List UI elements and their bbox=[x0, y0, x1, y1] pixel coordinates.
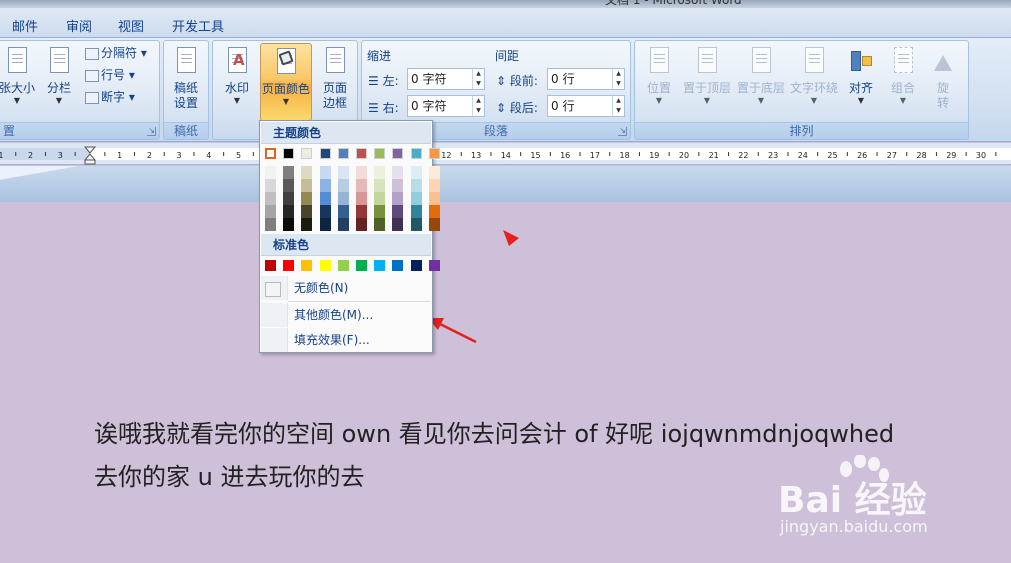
standard-color-swatch[interactable] bbox=[428, 260, 440, 271]
standard-color-swatch[interactable] bbox=[356, 260, 367, 271]
theme-colors-heading: 主题颜色 bbox=[261, 122, 431, 144]
theme-shade-swatch[interactable] bbox=[265, 205, 276, 218]
theme-shade-swatch[interactable] bbox=[374, 166, 386, 179]
theme-shade-swatch[interactable] bbox=[392, 166, 404, 179]
theme-color-swatch[interactable] bbox=[392, 148, 404, 159]
theme-color-swatch[interactable] bbox=[428, 148, 440, 159]
theme-shade-swatch[interactable] bbox=[265, 192, 276, 205]
theme-shade-swatch[interactable] bbox=[283, 205, 295, 218]
more-colors-item[interactable]: 其他颜色(M)... bbox=[261, 303, 431, 327]
theme-shade-swatch[interactable] bbox=[301, 179, 313, 192]
theme-shade-swatch[interactable] bbox=[428, 192, 440, 205]
standard-color-swatch[interactable] bbox=[337, 260, 349, 271]
theme-shade-swatch[interactable] bbox=[410, 218, 422, 231]
standard-color-swatch[interactable] bbox=[410, 260, 422, 271]
theme-shade-swatch[interactable] bbox=[265, 166, 276, 179]
theme-shade-swatch[interactable] bbox=[392, 179, 404, 192]
theme-shade-swatch[interactable] bbox=[410, 166, 422, 179]
theme-shade-swatch[interactable] bbox=[283, 218, 295, 231]
theme-shade-swatch[interactable] bbox=[337, 166, 349, 179]
theme-shade-swatch[interactable] bbox=[337, 179, 349, 192]
theme-shade-swatch[interactable] bbox=[392, 192, 404, 205]
standard-colors-heading: 标准色 bbox=[261, 234, 431, 256]
theme-shade-swatch[interactable] bbox=[356, 218, 367, 231]
page-color-dropdown: 主题颜色 标准色 无颜色(N) 其他颜色(M)... 填充效果(F)... bbox=[259, 120, 440, 353]
no-color-item[interactable]: 无颜色(N) bbox=[261, 276, 431, 300]
theme-shade-swatch[interactable] bbox=[301, 205, 313, 218]
theme-shade-swatch[interactable] bbox=[356, 205, 367, 218]
theme-color-swatch[interactable] bbox=[410, 148, 422, 159]
theme-shade-swatch[interactable] bbox=[374, 179, 386, 192]
theme-shade-swatch[interactable] bbox=[301, 218, 313, 231]
standard-color-swatch[interactable] bbox=[283, 260, 295, 271]
theme-shade-swatch[interactable] bbox=[265, 218, 276, 231]
theme-shade-swatch[interactable] bbox=[319, 205, 331, 218]
theme-shade-swatch[interactable] bbox=[428, 166, 440, 179]
theme-shade-swatch[interactable] bbox=[356, 179, 367, 192]
theme-shade-swatch[interactable] bbox=[337, 192, 349, 205]
theme-color-swatch[interactable] bbox=[283, 148, 295, 159]
theme-shade-swatch[interactable] bbox=[337, 218, 349, 231]
theme-shade-swatch[interactable] bbox=[301, 192, 313, 205]
theme-shade-swatch[interactable] bbox=[392, 218, 404, 231]
theme-shade-swatch[interactable] bbox=[410, 205, 422, 218]
theme-shade-swatch[interactable] bbox=[428, 218, 440, 231]
theme-shade-swatch[interactable] bbox=[337, 205, 349, 218]
standard-color-swatch[interactable] bbox=[374, 260, 386, 271]
theme-shade-swatch[interactable] bbox=[319, 218, 331, 231]
theme-shade-swatch[interactable] bbox=[283, 179, 295, 192]
theme-shade-swatch[interactable] bbox=[319, 192, 331, 205]
baidu-jingyan-watermark: Bai 经验 jingyan.baidu.com bbox=[776, 455, 976, 545]
watermark-url: jingyan.baidu.com bbox=[780, 517, 928, 536]
theme-shade-swatch[interactable] bbox=[319, 166, 331, 179]
theme-shade-swatch[interactable] bbox=[374, 205, 386, 218]
theme-shade-swatch[interactable] bbox=[356, 166, 367, 179]
theme-shade-swatch[interactable] bbox=[392, 205, 404, 218]
theme-color-swatch[interactable] bbox=[319, 148, 331, 159]
standard-color-swatch[interactable] bbox=[265, 260, 276, 271]
standard-color-swatch[interactable] bbox=[301, 260, 313, 271]
theme-shade-swatch[interactable] bbox=[283, 192, 295, 205]
annotation-arrowhead-top bbox=[503, 230, 519, 246]
menu-divider bbox=[288, 301, 430, 302]
theme-shade-swatch[interactable] bbox=[301, 166, 313, 179]
theme-shade-swatch[interactable] bbox=[356, 192, 367, 205]
fill-effects-item[interactable]: 填充效果(F)... bbox=[261, 328, 431, 352]
theme-shade-swatch[interactable] bbox=[319, 179, 331, 192]
watermark-logo-text: Bai 经验 bbox=[778, 480, 927, 521]
theme-shade-swatch[interactable] bbox=[428, 179, 440, 192]
theme-shade-swatch[interactable] bbox=[410, 179, 422, 192]
no-color-swatch bbox=[265, 282, 281, 297]
theme-color-swatch[interactable] bbox=[301, 148, 313, 159]
theme-shade-swatch[interactable] bbox=[374, 218, 386, 231]
theme-color-swatch[interactable] bbox=[356, 148, 367, 159]
standard-color-swatch[interactable] bbox=[392, 260, 404, 271]
theme-shade-swatch[interactable] bbox=[283, 166, 295, 179]
theme-color-swatch[interactable] bbox=[337, 148, 349, 159]
theme-shade-swatch[interactable] bbox=[410, 192, 422, 205]
standard-color-swatch[interactable] bbox=[319, 260, 331, 271]
theme-shade-swatch[interactable] bbox=[265, 179, 276, 192]
theme-shade-swatch[interactable] bbox=[374, 192, 386, 205]
theme-color-swatch[interactable] bbox=[265, 148, 276, 159]
theme-shade-swatch[interactable] bbox=[428, 205, 440, 218]
theme-color-swatch[interactable] bbox=[374, 148, 386, 159]
annotation-arrow-line bbox=[439, 322, 477, 344]
